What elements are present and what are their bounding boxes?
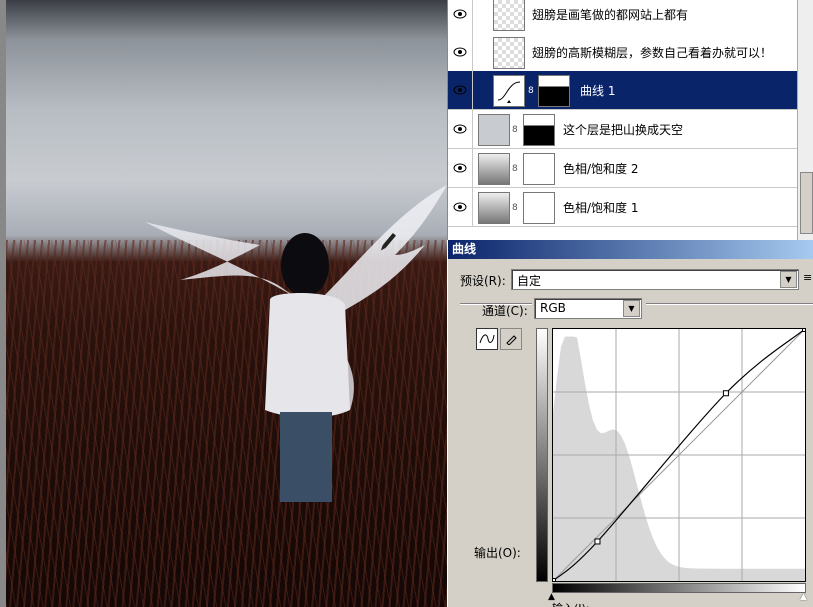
hue-saturation-adjustment-icon [478,153,510,185]
layer-mask-thumbnail[interactable] [523,192,555,224]
curve-point[interactable] [594,538,601,545]
layer-name: 翅膀的高斯模糊层，参数自己看着办就可以！ [532,46,773,60]
eye-icon[interactable] [448,0,473,33]
layer-name: 这个层是把山换成天空 [563,123,684,137]
preset-label: 预设(R): [460,274,506,288]
preset-value: 自定 [517,274,542,288]
output-label: 输出(O): [474,546,521,560]
curve-point[interactable] [550,578,556,584]
hue-saturation-adjustment-icon [478,192,510,224]
preset-options-icon[interactable]: ≡ [803,271,812,284]
layer-name: 色相/饱和度 2 [563,162,639,176]
layers-panel[interactable]: 翅膀是画笔做的都网站上都有 翅膀的高斯模糊层，参数自己看着办就可以！ 8 曲线 … [447,0,813,240]
pencil-icon[interactable] [500,328,522,350]
layer-row-wings-blur[interactable]: 翅膀的高斯模糊层，参数自己看着办就可以！ [448,33,798,72]
channel-label: 通道(C): [482,304,528,318]
channel-value: RGB [540,301,566,315]
layer-thumbnail [493,0,525,31]
link-icon[interactable]: 8 [512,203,518,213]
layer-row-sky-replace[interactable]: 8 这个层是把山换成天空 [448,110,798,149]
layer-row-hue-sat-2[interactable]: 8 色相/饱和度 2 [448,149,798,188]
layer-name: 翅膀是画笔做的都网站上都有 [532,8,689,22]
layer-mask-thumbnail[interactable] [538,75,570,107]
eye-icon[interactable] [448,188,473,226]
group-divider [646,303,813,305]
eye-icon[interactable] [448,33,473,71]
chevron-down-icon[interactable]: ▼ [780,271,797,288]
eye-icon[interactable] [448,149,473,187]
link-icon[interactable]: 8 [528,86,534,96]
curves-graph[interactable] [550,326,808,584]
layer-mask-thumbnail[interactable] [523,153,555,185]
channel-dropdown[interactable]: RGB ▼ [534,298,642,319]
layers-scrollbar[interactable] [797,0,813,240]
layer-row-hue-sat-1[interactable]: 8 色相/饱和度 1 [448,188,798,227]
white-point-slider[interactable]: ▲ [800,592,807,602]
scrollbar-thumb[interactable] [800,172,813,234]
output-gradient-bar [536,328,548,582]
eye-icon[interactable] [448,110,473,148]
link-icon[interactable]: 8 [512,164,518,174]
chevron-down-icon[interactable]: ▼ [623,300,640,317]
layer-thumbnail [493,37,525,69]
angel-girl-image [145,185,447,502]
layer-mask-thumbnail[interactable] [523,114,555,146]
link-icon[interactable]: 8 [512,125,518,135]
input-label: 输入(I): [552,600,590,607]
input-gradient-bar [552,583,806,593]
layer-row-curves-1[interactable]: 8 曲线 1 [448,71,798,110]
curves-dialog[interactable]: 曲线 预设(R): 自定 ▼ ≡ 通道(C): RGB ▼ ▲ ▲ 输出(O):… [447,240,813,607]
eye-icon[interactable] [448,71,473,109]
dialog-title: 曲线 [448,240,813,259]
curve-point-tool-icon[interactable] [476,328,498,350]
preset-dropdown[interactable]: 自定 ▼ [511,269,799,290]
curve-point[interactable] [722,390,729,397]
document-canvas[interactable] [0,0,447,607]
layer-row-wings-brush[interactable]: 翅膀是画笔做的都网站上都有 [448,0,798,34]
curves-adjustment-icon [493,75,525,107]
curves-graph-svg[interactable] [550,326,808,584]
layer-name: 色相/饱和度 1 [563,201,639,215]
layer-thumbnail [478,114,510,146]
curve-point[interactable] [802,326,808,332]
layer-name: 曲线 1 [580,84,616,98]
